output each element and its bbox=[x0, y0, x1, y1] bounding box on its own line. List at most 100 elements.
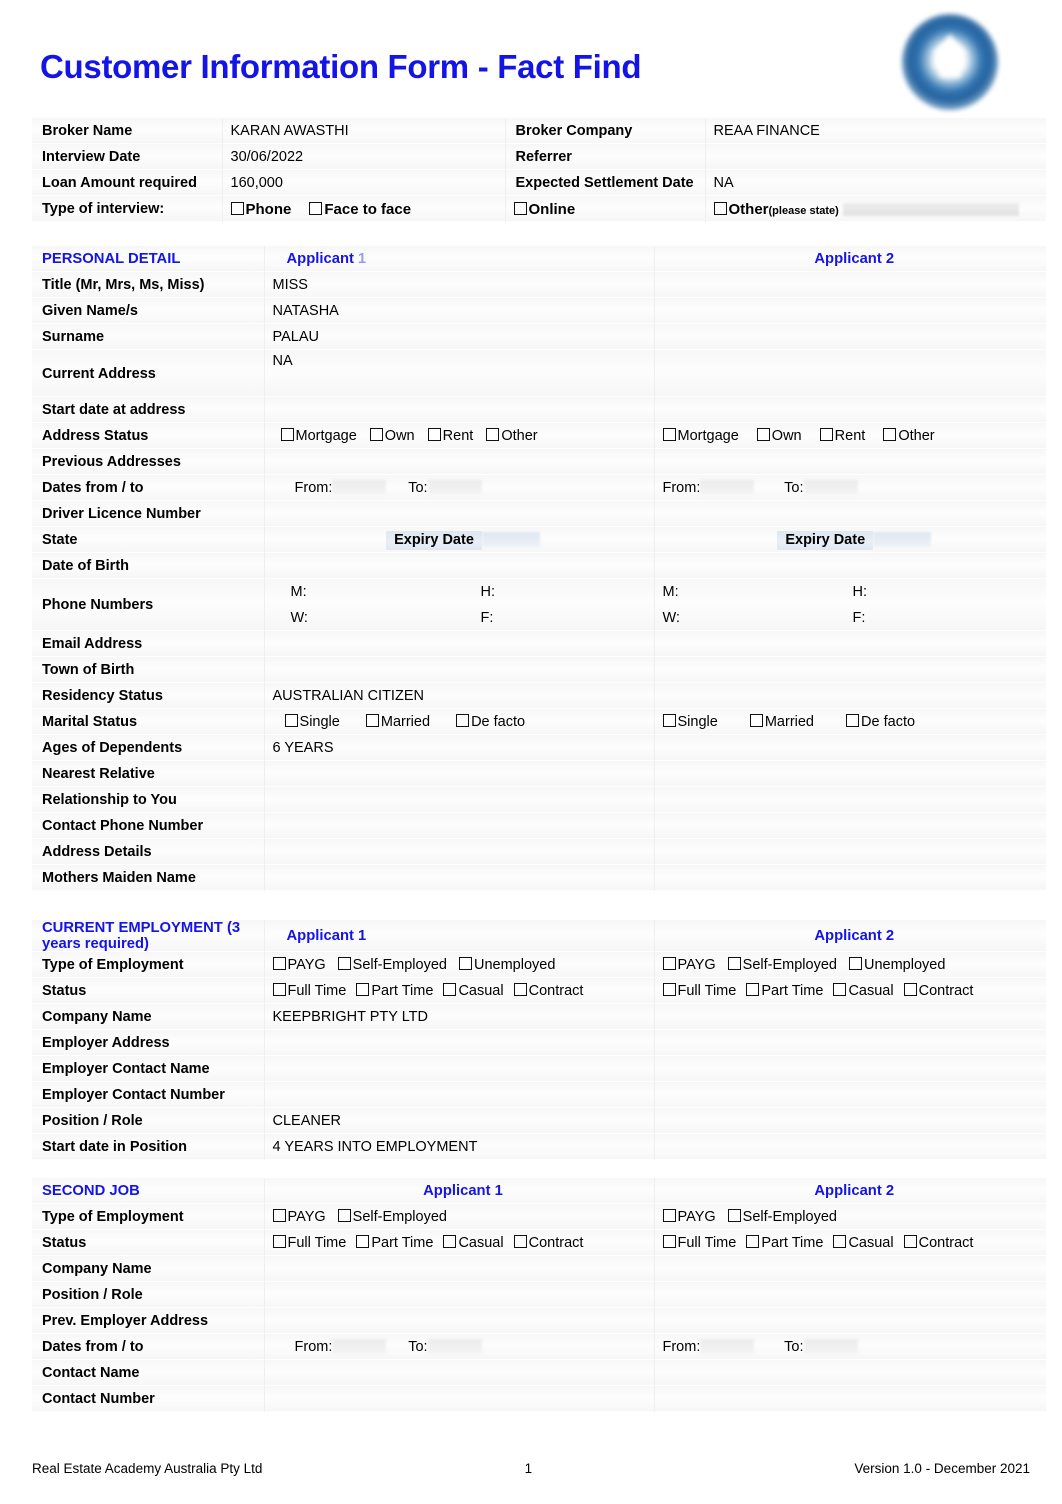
email-a2[interactable] bbox=[654, 631, 1046, 657]
checkbox-self-employed[interactable]: Self-Employed bbox=[337, 957, 447, 973]
from-field[interactable] bbox=[700, 1339, 755, 1354]
checkbox-other[interactable]: Other bbox=[486, 428, 538, 444]
to-field[interactable] bbox=[427, 480, 482, 495]
given-names-a2[interactable] bbox=[654, 298, 1046, 324]
checkbox-casual[interactable]: Casual bbox=[443, 1235, 504, 1251]
phone-mobile-label[interactable]: M: bbox=[663, 584, 853, 600]
checkbox-full-time[interactable]: Full Time bbox=[272, 1235, 346, 1251]
checkbox-mortgage[interactable]: Mortgage bbox=[662, 428, 739, 444]
checkbox-part-time[interactable]: Part Time bbox=[746, 1235, 823, 1251]
checkbox-casual[interactable]: Casual bbox=[443, 983, 504, 999]
employer-contact-number-a1[interactable] bbox=[264, 1082, 655, 1108]
sj-contact-number-a1[interactable] bbox=[264, 1386, 655, 1412]
company-name-a1[interactable]: KEEPBRIGHT PTY LTD bbox=[264, 1004, 655, 1030]
nearest-relative-a1[interactable] bbox=[264, 761, 655, 787]
checkbox-self-employed[interactable]: Self-Employed bbox=[337, 1209, 447, 1225]
ages-dependents-a1[interactable]: 6 YEARS bbox=[264, 735, 655, 761]
sj-company-name-a1[interactable] bbox=[264, 1256, 655, 1282]
checkbox-other[interactable]: Other bbox=[883, 428, 935, 444]
to-field[interactable] bbox=[427, 1339, 482, 1354]
nearest-relative-a2[interactable] bbox=[654, 761, 1046, 787]
checkbox-part-time[interactable]: Part Time bbox=[356, 1235, 433, 1251]
employer-address-a2[interactable] bbox=[654, 1030, 1046, 1056]
checkbox-de-facto[interactable]: De facto bbox=[456, 714, 525, 730]
loan-amount-value[interactable]: 160,000 bbox=[222, 170, 506, 196]
sj-prev-employer-address-a1[interactable] bbox=[264, 1308, 655, 1334]
from-field[interactable] bbox=[332, 480, 387, 495]
checkbox-de-facto[interactable]: De facto bbox=[846, 714, 915, 730]
from-field[interactable] bbox=[700, 480, 755, 495]
expiry-date-field[interactable] bbox=[481, 531, 540, 547]
sj-position-role-a1[interactable] bbox=[264, 1282, 655, 1308]
employer-contact-number-a2[interactable] bbox=[654, 1082, 1046, 1108]
relationship-a2[interactable] bbox=[654, 787, 1046, 813]
checkbox-casual[interactable]: Casual bbox=[833, 983, 894, 999]
checkbox-single[interactable]: Single bbox=[284, 714, 340, 730]
checkbox-contract[interactable]: Contract bbox=[903, 1235, 973, 1251]
date-of-birth-a1[interactable] bbox=[264, 553, 655, 579]
referrer-value[interactable] bbox=[705, 144, 1046, 170]
sj-company-name-a2[interactable] bbox=[654, 1256, 1046, 1282]
checkbox-self-employed[interactable]: Self-Employed bbox=[727, 1209, 837, 1225]
phone-work-label[interactable]: W: bbox=[663, 610, 853, 626]
position-role-a2[interactable] bbox=[654, 1108, 1046, 1134]
company-name-a2[interactable] bbox=[654, 1004, 1046, 1030]
phone-work-label[interactable]: W: bbox=[291, 610, 481, 626]
checkbox-full-time[interactable]: Full Time bbox=[662, 983, 736, 999]
sj-position-role-a2[interactable] bbox=[654, 1282, 1046, 1308]
checkbox-unemployed[interactable]: Unemployed bbox=[459, 957, 555, 973]
current-address-a1[interactable]: NA bbox=[264, 350, 655, 397]
ages-dependents-a2[interactable] bbox=[654, 735, 1046, 761]
checkbox-rent[interactable]: Rent bbox=[819, 428, 865, 444]
town-of-birth-a2[interactable] bbox=[654, 657, 1046, 683]
surname-a2[interactable] bbox=[654, 324, 1046, 350]
to-field[interactable] bbox=[803, 1339, 858, 1354]
checkbox-married[interactable]: Married bbox=[365, 714, 430, 730]
phone-fax-label[interactable]: F: bbox=[853, 610, 866, 626]
surname-a1[interactable]: PALAU bbox=[264, 324, 655, 350]
checkbox-part-time[interactable]: Part Time bbox=[356, 983, 433, 999]
checkbox-unemployed[interactable]: Unemployed bbox=[849, 957, 945, 973]
checkbox-full-time[interactable]: Full Time bbox=[662, 1235, 736, 1251]
relationship-a1[interactable] bbox=[264, 787, 655, 813]
other-fill-field[interactable] bbox=[842, 202, 1019, 216]
phone-home-label[interactable]: H: bbox=[481, 584, 496, 600]
settlement-date-value[interactable]: NA bbox=[705, 170, 1046, 196]
checkbox-phone[interactable]: Phone bbox=[230, 201, 291, 218]
interview-date-value[interactable]: 30/06/2022 bbox=[222, 144, 506, 170]
checkbox-part-time[interactable]: Part Time bbox=[746, 983, 823, 999]
checkbox-payg[interactable]: PAYG bbox=[272, 1209, 326, 1225]
phone-fax-label[interactable]: F: bbox=[481, 610, 494, 626]
start-date-address-a2[interactable] bbox=[654, 397, 1046, 423]
sj-contact-number-a2[interactable] bbox=[654, 1386, 1046, 1412]
title-a2[interactable] bbox=[654, 272, 1046, 298]
current-address-a2[interactable] bbox=[654, 350, 1046, 397]
contact-phone-a2[interactable] bbox=[654, 813, 1046, 839]
given-names-a1[interactable]: NATASHA bbox=[264, 298, 655, 324]
previous-addresses-a2[interactable] bbox=[654, 449, 1046, 475]
driver-licence-a2[interactable] bbox=[654, 501, 1046, 527]
to-field[interactable] bbox=[803, 480, 858, 495]
checkbox-face-to-face[interactable]: Face to face bbox=[309, 201, 411, 218]
checkbox-self-employed[interactable]: Self-Employed bbox=[727, 957, 837, 973]
address-details-a1[interactable] bbox=[264, 839, 655, 865]
sj-contact-name-a2[interactable] bbox=[654, 1360, 1046, 1386]
sj-prev-employer-address-a2[interactable] bbox=[654, 1308, 1046, 1334]
checkbox-contract[interactable]: Contract bbox=[903, 983, 973, 999]
checkbox-other[interactable]: Other(please state) bbox=[713, 201, 839, 218]
residency-status-a2[interactable] bbox=[654, 683, 1046, 709]
contact-phone-a1[interactable] bbox=[264, 813, 655, 839]
checkbox-casual[interactable]: Casual bbox=[833, 1235, 894, 1251]
checkbox-payg[interactable]: PAYG bbox=[662, 1209, 716, 1225]
address-details-a2[interactable] bbox=[654, 839, 1046, 865]
driver-licence-a1[interactable] bbox=[264, 501, 655, 527]
title-a1[interactable]: MISS bbox=[264, 272, 655, 298]
phone-mobile-label[interactable]: M: bbox=[291, 584, 481, 600]
checkbox-mortgage[interactable]: Mortgage bbox=[280, 428, 357, 444]
checkbox-rent[interactable]: Rent bbox=[427, 428, 473, 444]
start-date-position-a1[interactable]: 4 YEARS INTO EMPLOYMENT bbox=[264, 1134, 655, 1160]
from-field[interactable] bbox=[332, 1339, 387, 1354]
previous-addresses-a1[interactable] bbox=[264, 449, 655, 475]
date-of-birth-a2[interactable] bbox=[654, 553, 1046, 579]
checkbox-payg[interactable]: PAYG bbox=[662, 957, 716, 973]
